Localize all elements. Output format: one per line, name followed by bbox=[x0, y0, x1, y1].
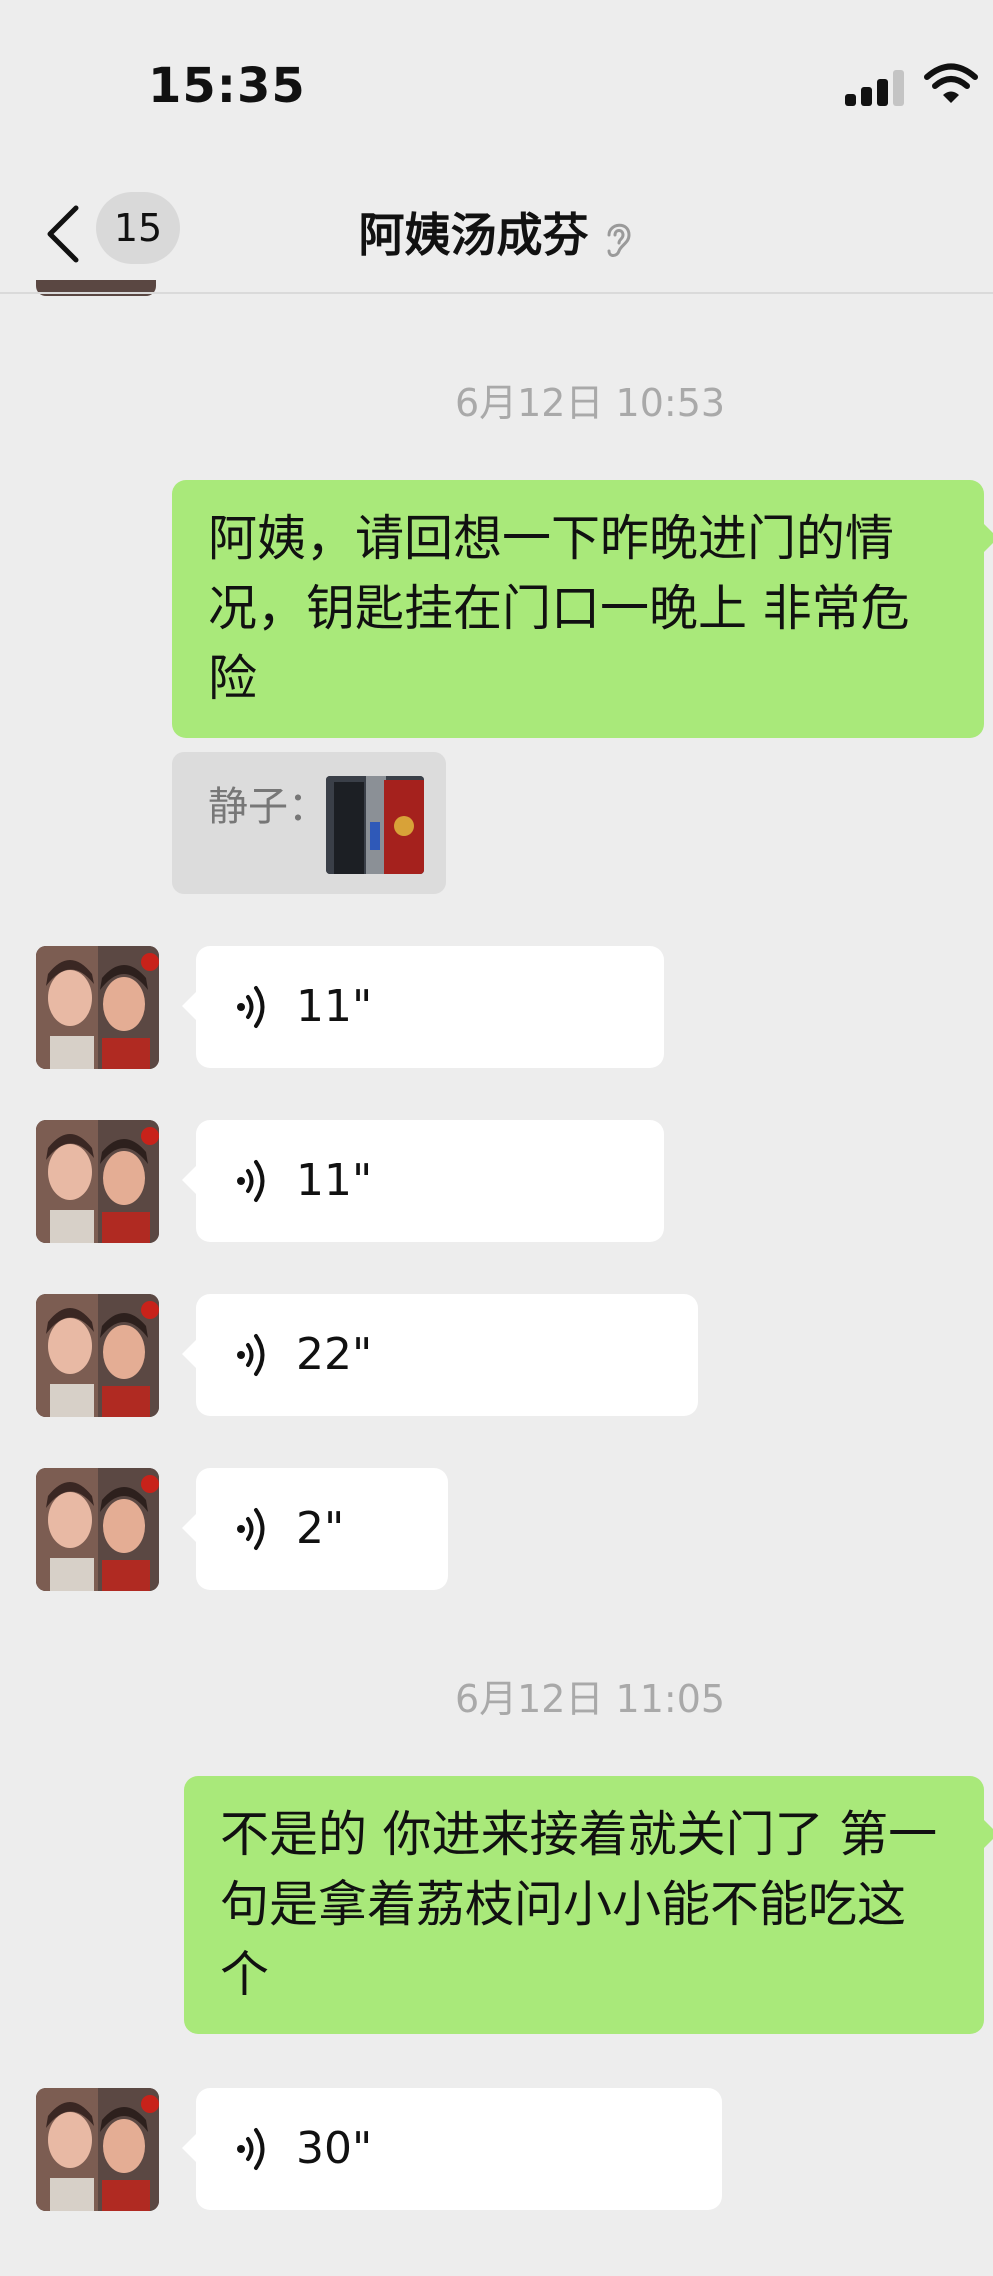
chat-header: 15 阿姨汤成芬 bbox=[0, 180, 993, 292]
quoted-image-thumbnail[interactable] bbox=[326, 776, 424, 874]
voice-duration: 2" bbox=[296, 1503, 345, 1554]
voice-message[interactable]: 11" bbox=[182, 1120, 664, 1242]
avatar[interactable] bbox=[36, 1120, 159, 1243]
status-time: 15:35 bbox=[148, 58, 306, 114]
timestamp: 6月12日 10:53 bbox=[454, 381, 726, 425]
voice-message[interactable]: 11" bbox=[182, 946, 664, 1068]
chat-title-text: 阿姨汤成芬 bbox=[358, 208, 589, 262]
voice-wave-icon bbox=[237, 1508, 265, 1550]
outgoing-message[interactable]: 阿姨，请回想一下昨晚进门的情况，钥匙挂在门口一晚上 非常危险 bbox=[172, 480, 993, 738]
ear-icon bbox=[607, 223, 631, 257]
avatar-photo bbox=[36, 1294, 159, 1417]
voice-message[interactable]: 22" bbox=[182, 1294, 698, 1416]
voice-duration: 11" bbox=[296, 1155, 373, 1206]
quoted-reply[interactable]: 静子： bbox=[172, 752, 446, 894]
outgoing-message[interactable]: 不是的 你进来接着就关门了 第一句是拿着荔枝问小小能不能吃这个 bbox=[184, 1776, 993, 2034]
avatar-photo bbox=[36, 1468, 159, 1591]
avatar-photo bbox=[36, 2088, 159, 2211]
chat-title[interactable]: 阿姨汤成芬 bbox=[0, 200, 993, 270]
status-bar: 15:35 bbox=[0, 0, 993, 175]
voice-duration: 11" bbox=[296, 981, 373, 1032]
voice-duration: 30" bbox=[296, 2123, 373, 2174]
voice-wave-icon bbox=[237, 2128, 265, 2170]
quote-sender-label: 静子： bbox=[208, 784, 328, 830]
header-divider bbox=[0, 292, 993, 294]
avatar-photo bbox=[36, 1120, 159, 1243]
voice-message[interactable]: 2" bbox=[182, 1468, 448, 1590]
signal-icon bbox=[845, 70, 905, 106]
wifi-icon bbox=[924, 63, 978, 103]
avatar[interactable] bbox=[36, 1294, 159, 1417]
voice-wave-icon bbox=[237, 1334, 265, 1376]
quoted-image-thumbnail-art bbox=[326, 776, 424, 874]
avatar[interactable] bbox=[36, 2088, 159, 2211]
voice-message[interactable]: 30" bbox=[182, 2088, 722, 2210]
avatar[interactable] bbox=[36, 1468, 159, 1591]
voice-duration: 22" bbox=[296, 1329, 373, 1380]
avatar-photo bbox=[36, 946, 159, 1069]
avatar[interactable] bbox=[36, 946, 159, 1069]
timestamp: 6月12日 11:05 bbox=[454, 1677, 726, 1721]
voice-wave-icon bbox=[237, 1160, 265, 1202]
voice-wave-icon bbox=[237, 986, 265, 1028]
